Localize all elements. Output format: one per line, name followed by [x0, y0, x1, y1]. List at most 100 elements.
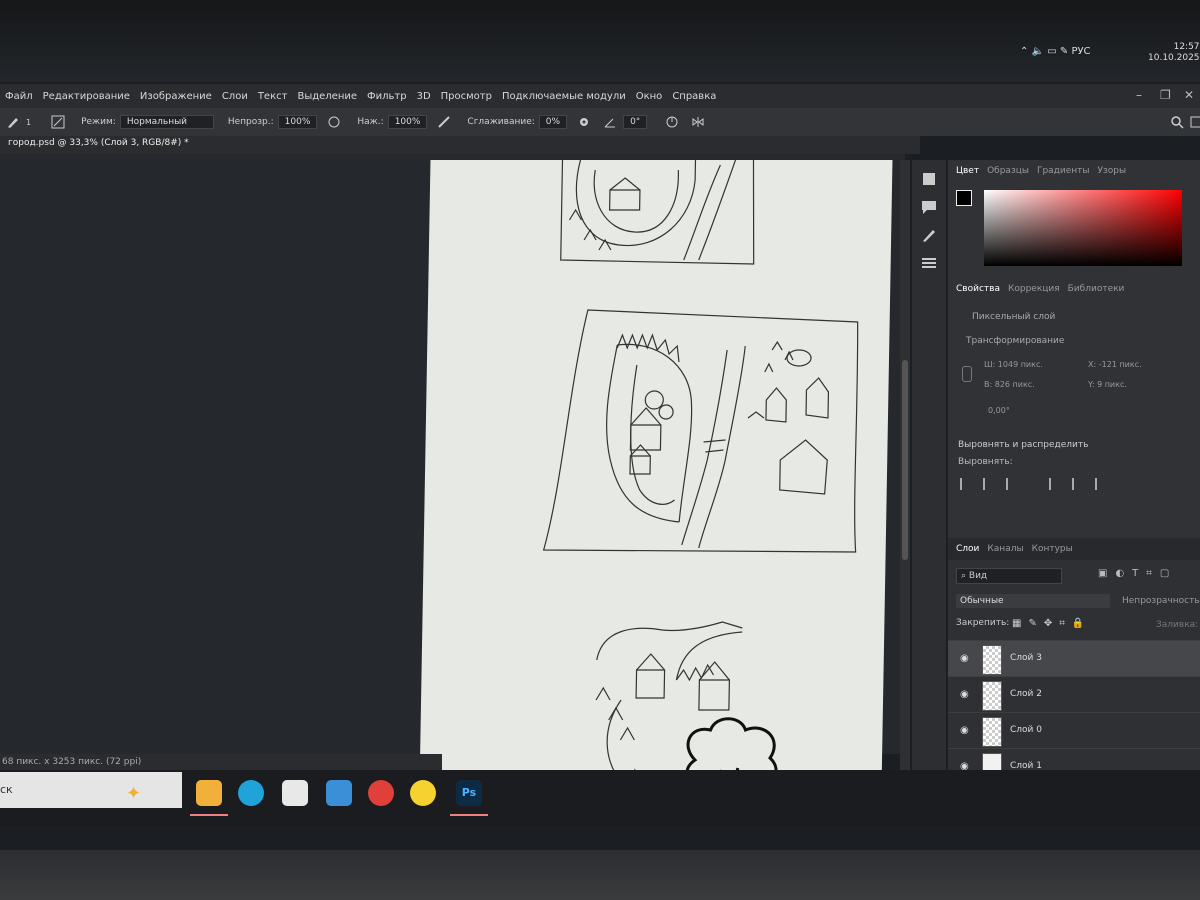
x-field[interactable]: X: -121 пикс. — [1088, 360, 1142, 369]
align-section-title[interactable]: Выровнять и распределить — [958, 440, 1088, 450]
lock-icons[interactable]: ▦✎✥⌗🔒 — [1012, 618, 1091, 629]
brush-settings-icon[interactable] — [920, 226, 938, 244]
monitor-bezel-bottom — [0, 850, 1200, 900]
layer-filter-icons[interactable]: ▣◐T⌗▢ — [1098, 568, 1177, 579]
align-hcenter-icon[interactable] — [983, 478, 997, 490]
brush-tool-icon[interactable] — [6, 115, 20, 129]
eye-icon[interactable]: ◉ — [960, 725, 970, 736]
tab-layers[interactable]: Слои — [956, 544, 979, 554]
menu-edit[interactable]: Редактирование — [38, 91, 135, 102]
tab-swatches[interactable]: Образцы — [987, 166, 1029, 176]
minimize-icon[interactable]: – — [1136, 88, 1142, 102]
tab-patterns[interactable]: Узоры — [1098, 166, 1127, 176]
clock[interactable]: 12:57 10.10.2025 — [1148, 42, 1200, 64]
file-explorer-icon[interactable] — [190, 780, 228, 816]
align-left-icon[interactable] — [960, 478, 974, 490]
brush-size[interactable]: 1 — [26, 118, 31, 127]
taskbar-search[interactable]: ск ✦ — [0, 772, 182, 808]
tab-properties[interactable]: Свойства — [956, 284, 1000, 294]
yandex-icon[interactable] — [368, 780, 394, 806]
opacity-pressure-icon[interactable] — [327, 115, 341, 129]
tab-color[interactable]: Цвет — [956, 166, 979, 176]
yandex-market-icon[interactable] — [410, 780, 436, 806]
edge-icon[interactable] — [238, 780, 264, 806]
menu-plugins[interactable]: Подключаемые модули — [497, 91, 631, 102]
clock-time: 12:57 — [1173, 42, 1200, 52]
blend-mode-select[interactable]: Обычные — [956, 594, 1110, 608]
menu-file[interactable]: Файл — [0, 91, 38, 102]
menu-layers[interactable]: Слои — [217, 91, 253, 102]
height-field[interactable]: В: 826 пикс. — [984, 380, 1035, 389]
opacity-field[interactable]: 100% — [277, 115, 318, 129]
layer-row[interactable]: ◉ Слой 0 — [948, 712, 1200, 749]
map-sketch-drawing — [542, 159, 859, 790]
smoothing-field[interactable]: 0% — [538, 115, 568, 129]
pen-icon[interactable]: ✎ — [1060, 46, 1068, 57]
mode-label: Режим: — [81, 117, 116, 127]
menu-3d[interactable]: 3D — [412, 91, 436, 102]
eye-icon[interactable]: ◉ — [960, 689, 970, 700]
layer-name[interactable]: Слой 3 — [1010, 653, 1042, 663]
workspace-icon[interactable] — [1190, 115, 1200, 129]
menu-filter[interactable]: Фильтр — [362, 91, 412, 102]
align-bottom-icon[interactable] — [1095, 478, 1109, 490]
history-icon[interactable] — [920, 170, 938, 188]
pressure-size-icon[interactable] — [665, 115, 679, 129]
windows-taskbar: ск ✦ Ps — [0, 770, 1200, 826]
gear-icon[interactable] — [577, 115, 591, 129]
tab-channels[interactable]: Каналы — [987, 544, 1023, 554]
display-icon[interactable]: ▭ — [1047, 46, 1056, 57]
menu-type[interactable]: Текст — [253, 91, 293, 102]
layer-filter-select[interactable]: ⌕ Вид — [956, 568, 1062, 584]
layer-row[interactable]: ◉ Слой 2 — [948, 676, 1200, 713]
tray-chevron-icon[interactable]: ⌃ — [1020, 46, 1028, 57]
search-icon[interactable] — [1170, 115, 1184, 129]
menu-window[interactable]: Окно — [631, 91, 668, 102]
menu-select[interactable]: Выделение — [292, 91, 362, 102]
tab-libraries[interactable]: Библиотеки — [1068, 284, 1125, 294]
restore-icon[interactable]: ❐ — [1160, 88, 1171, 102]
layer-name[interactable]: Слой 2 — [1010, 689, 1042, 699]
menu-image[interactable]: Изображение — [135, 91, 217, 102]
store-icon[interactable] — [282, 780, 308, 806]
adjustments-icon[interactable] — [920, 254, 938, 272]
airbrush-icon[interactable] — [437, 115, 451, 129]
layer-row[interactable]: ◉ Слой 3 — [948, 640, 1200, 677]
photoshop-icon[interactable]: Ps — [450, 780, 488, 816]
link-icon[interactable] — [962, 366, 972, 382]
foreground-color-swatch[interactable] — [956, 190, 972, 206]
tab-gradients[interactable]: Градиенты — [1037, 166, 1090, 176]
pressure-field[interactable]: 100% — [387, 115, 428, 129]
layers-tabs: Слои Каналы Контуры — [948, 538, 1200, 560]
document-tab[interactable]: город.psd @ 33,3% (Слой 3, RGB/8#) * — [8, 138, 189, 148]
menu-view[interactable]: Просмотр — [436, 91, 497, 102]
layer-name[interactable]: Слой 0 — [1010, 725, 1042, 735]
align-right-icon[interactable] — [1006, 478, 1020, 490]
y-field[interactable]: Y: 9 пикс. — [1088, 380, 1127, 389]
symmetry-icon[interactable] — [691, 115, 705, 129]
opacity-label: Непрозр.: — [227, 117, 274, 127]
eye-icon[interactable]: ◉ — [960, 653, 970, 664]
language-indicator[interactable]: РУС — [1071, 46, 1090, 57]
mode-select[interactable]: Нормальный — [119, 115, 214, 129]
scroll-thumb[interactable] — [902, 360, 908, 560]
monitor-bezel — [0, 0, 1200, 82]
close-icon[interactable]: ✕ — [1184, 88, 1194, 102]
vertical-scrollbar[interactable] — [900, 160, 910, 780]
mail-icon[interactable] — [326, 780, 352, 806]
angle-field[interactable]: 0° — [623, 115, 648, 129]
brush-panel-icon[interactable] — [51, 115, 65, 129]
tab-paths[interactable]: Контуры — [1032, 544, 1073, 554]
document-canvas[interactable] — [419, 159, 893, 790]
angle-field-props[interactable]: 0,00° — [988, 406, 1010, 415]
color-picker-field[interactable] — [984, 190, 1182, 266]
copilot-sparkle-icon[interactable]: ✦ — [126, 776, 141, 812]
align-top-icon[interactable] — [1049, 478, 1063, 490]
align-vcenter-icon[interactable] — [1072, 478, 1086, 490]
tab-adjustments[interactable]: Коррекция — [1008, 284, 1060, 294]
comment-icon[interactable] — [920, 198, 938, 216]
width-field[interactable]: Ш: 1049 пикс. — [984, 360, 1043, 369]
volume-icon[interactable]: 🔈 — [1032, 46, 1044, 57]
status-bar: 68 пикс. x 3253 пикс. (72 ppi) — [0, 754, 442, 770]
menu-help[interactable]: Справка — [667, 91, 721, 102]
